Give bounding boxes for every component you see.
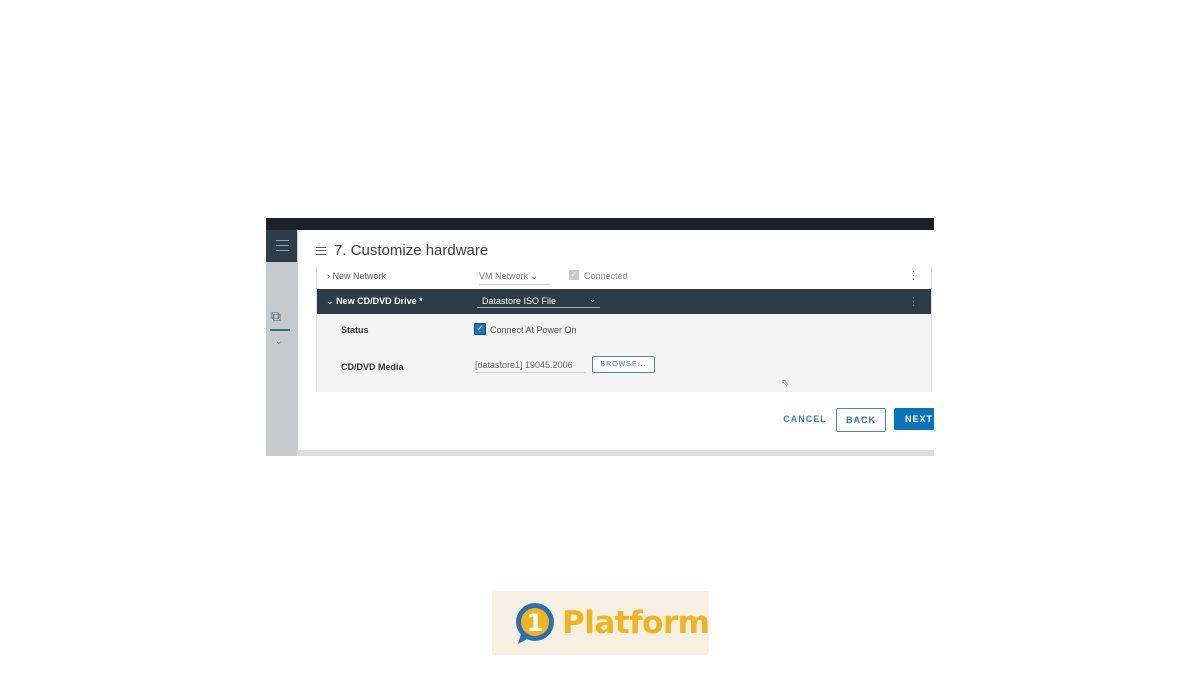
- cancel-button[interactable]: CANCEL: [780, 408, 830, 430]
- steps-menu-icon[interactable]: [316, 246, 326, 255]
- cd-dvd-details: Status ✓ Connect At Power On CD/DVD Medi…: [317, 314, 931, 392]
- connected-label: Connected: [584, 271, 628, 281]
- hamburger-icon[interactable]: [276, 240, 289, 251]
- mouse-cursor-icon: ⇖: [781, 378, 790, 389]
- more-options-icon[interactable]: ⋮: [908, 295, 919, 308]
- next-button[interactable]: NEXT: [894, 408, 934, 430]
- more-options-icon[interactable]: ⋮: [908, 269, 919, 282]
- network-select[interactable]: VM Network ⌄: [479, 271, 551, 285]
- browse-button[interactable]: BROWSE...: [592, 356, 655, 373]
- hardware-list: › New Network VM Network ⌄ ✓ Connected ⋮…: [316, 266, 932, 392]
- logo-wordmark: Platform: [562, 605, 710, 641]
- nav-header: [266, 230, 297, 262]
- connected-checkbox[interactable]: ✓: [569, 270, 579, 280]
- cd-dvd-media-field[interactable]: [datastore1] 19045.2006: [475, 360, 586, 373]
- active-indicator: [270, 329, 290, 331]
- collapse-icon[interactable]: ⌄: [326, 296, 334, 306]
- logo-digit: 1: [527, 609, 544, 637]
- screenshot-frame: ⧉ ⌄ 7. Customize hardware › New Network …: [266, 218, 934, 456]
- customize-hardware-dialog: 7. Customize hardware › New Network VM N…: [297, 230, 934, 450]
- dialog-title-text: 7. Customize hardware: [334, 242, 489, 259]
- back-button[interactable]: BACK: [836, 408, 886, 432]
- cd-dvd-row[interactable]: ⌄ New CD/DVD Drive * Datastore ISO File …: [317, 289, 931, 314]
- cd-dvd-row-label[interactable]: ⌄ New CD/DVD Drive *: [326, 296, 423, 307]
- connect-at-power-on-checkbox[interactable]: ✓: [474, 323, 486, 335]
- network-row[interactable]: › New Network VM Network ⌄ ✓ Connected ⋮: [317, 266, 931, 288]
- inventory-icon[interactable]: ⧉: [271, 308, 281, 325]
- top-header-bar: [266, 218, 934, 230]
- chevron-down-icon: ⌄: [589, 295, 596, 304]
- network-row-label[interactable]: › New Network: [327, 271, 386, 281]
- logo-badge-icon: 1: [516, 603, 554, 644]
- dialog-title: 7. Customize hardware: [316, 242, 488, 259]
- status-label: Status: [341, 325, 369, 335]
- cd-dvd-media-label: CD/DVD Media: [341, 362, 404, 372]
- cd-dvd-type-value: Datastore ISO File: [482, 296, 557, 306]
- cd-dvd-type-select[interactable]: Datastore ISO File ⌄: [477, 293, 600, 308]
- connect-at-power-on-label[interactable]: Connect At Power On: [490, 325, 577, 335]
- side-nav: ⧉ ⌄: [266, 230, 297, 456]
- chevron-down-icon[interactable]: ⌄: [275, 336, 283, 347]
- platform-logo: 1 Platform: [492, 591, 710, 655]
- expand-icon[interactable]: ›: [327, 271, 330, 281]
